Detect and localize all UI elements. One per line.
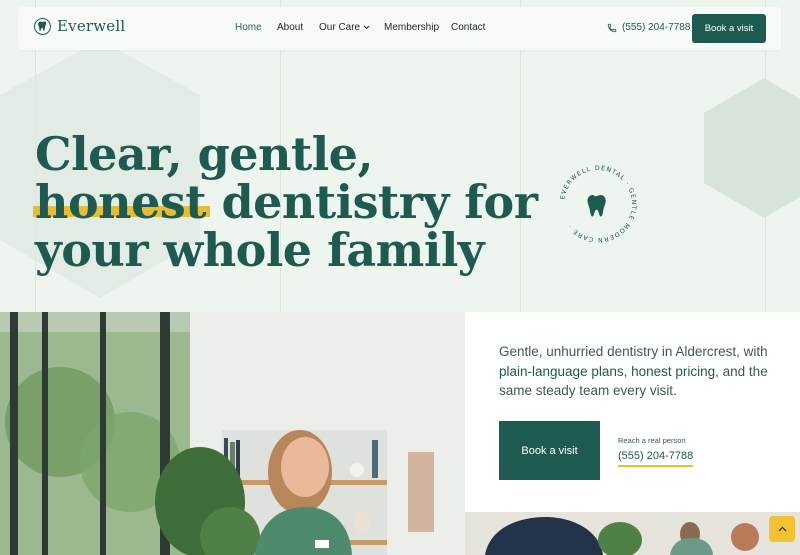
nav-link-about[interactable]: About	[277, 22, 303, 33]
nav-phone-number: (555) 204-7788	[622, 22, 691, 33]
nav-phone-link[interactable]: (555) 204-7788	[607, 22, 690, 33]
brand-logo[interactable]: Everwell	[34, 17, 125, 35]
nav-link-our-care[interactable]: Our Care	[319, 22, 370, 33]
headline-highlight-text: honest	[35, 175, 206, 229]
chevron-down-icon	[363, 25, 370, 30]
intro-text-emphasis: plain-language plans, honest pricing,	[499, 363, 719, 379]
card-phone-link[interactable]: (555) 204-7788	[618, 450, 694, 467]
hexagon-decoration	[704, 78, 800, 218]
reach-label: Reach a real person	[618, 436, 686, 445]
headline-line-3: your whole family	[35, 223, 485, 277]
intro-card: Gentle, unhurried dentistry in Aldercres…	[465, 312, 800, 512]
tooth-icon	[34, 17, 51, 35]
top-navigation: Everwell Home About Our Care Membership …	[18, 7, 781, 50]
nav-link-our-care-label: Our Care	[319, 22, 361, 33]
hero-headline: Clear, gentle, honest dentistry for your…	[33, 127, 538, 277]
headline-line-1: Clear, gentle,	[35, 127, 373, 181]
intro-text: Gentle, unhurried dentistry in Aldercres…	[499, 342, 779, 401]
arrow-up-icon	[778, 526, 786, 532]
headline-highlight: honest	[33, 175, 210, 229]
nav-link-home[interactable]: Home	[235, 22, 262, 33]
nav-book-visit-button[interactable]: Book a visit	[692, 14, 766, 43]
brand-name: Everwell	[57, 17, 126, 35]
card-book-visit-button[interactable]: Book a visit	[499, 421, 600, 480]
nav-link-contact[interactable]: Contact	[451, 22, 485, 33]
rotating-badge: EVERWELL DENTAL · GENTLE MODERN CARE ·	[559, 165, 636, 243]
tooth-icon	[587, 195, 606, 217]
nav-link-membership[interactable]: Membership	[384, 22, 439, 33]
back-to-top-button[interactable]	[769, 516, 795, 542]
headline-line-2-rest: dentistry for	[205, 175, 538, 229]
phone-icon	[607, 23, 617, 32]
intro-text-part-1: Gentle, unhurried dentistry in Aldercres…	[499, 344, 768, 359]
headline-line-2: honest dentistry for	[33, 175, 538, 229]
